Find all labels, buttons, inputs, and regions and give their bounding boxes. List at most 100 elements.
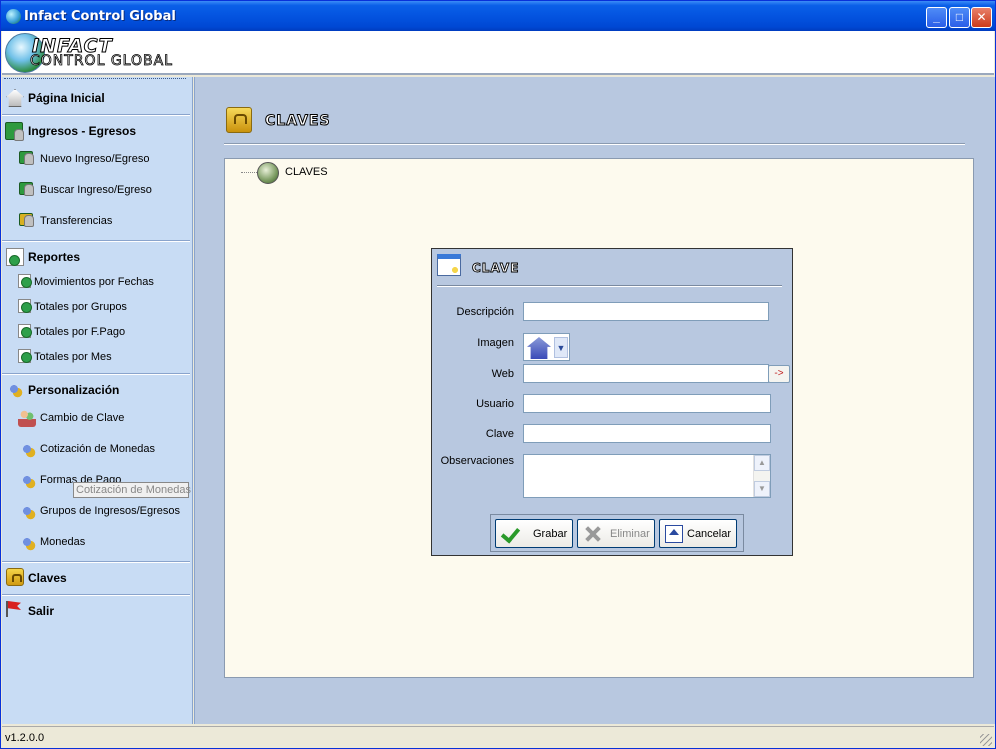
sidebar-item-buscar-ingreso-egreso[interactable]: Buscar Ingreso/Egreso <box>2 180 192 202</box>
tree-node-claves[interactable]: CLAVES <box>285 166 328 178</box>
sidebar-item-label: Transferencias <box>40 215 113 227</box>
report-icon <box>18 349 32 363</box>
gears-icon <box>18 440 36 458</box>
sidebar-section-label: Reportes <box>28 250 81 264</box>
descripcion-input[interactable] <box>523 302 769 321</box>
observaciones-textarea[interactable]: ▲ ▼ <box>523 454 771 498</box>
cancel-button[interactable]: Cancelar <box>659 519 737 548</box>
lock-icon <box>6 568 24 586</box>
tree-node-icon[interactable] <box>257 162 279 184</box>
check-icon <box>501 525 519 543</box>
sidebar-section-claves[interactable]: Claves <box>2 566 192 590</box>
sidebar-divider <box>2 594 190 596</box>
money-icon <box>5 122 24 141</box>
cancel-icon <box>665 525 683 543</box>
sidebar-section-label: Personalización <box>28 383 120 397</box>
chevron-down-icon[interactable]: ▼ <box>554 337 568 358</box>
sidebar-section-label: Claves <box>28 571 67 585</box>
usuario-input[interactable] <box>523 394 771 413</box>
imagen-label: Imagen <box>477 337 514 349</box>
scroll-down-icon[interactable]: ▼ <box>754 481 770 497</box>
sidebar-divider <box>2 373 190 375</box>
sidebar-item-label: Monedas <box>40 536 86 548</box>
close-button[interactable]: ✕ <box>971 7 992 28</box>
minimize-button[interactable]: _ <box>926 7 947 28</box>
money-icon <box>19 151 34 165</box>
sidebar-item-nuevo-ingreso-egreso[interactable]: Nuevo Ingreso/Egreso <box>2 149 192 171</box>
sidebar-section-pagina-inicial[interactable]: Página Inicial <box>2 86 192 110</box>
sidebar-item-totales-por-mes[interactable]: Totales por Mes <box>2 347 192 369</box>
open-web-button[interactable]: -> <box>768 365 790 383</box>
sidebar: Página Inicial Ingresos - Egresos Nuevo … <box>2 77 193 724</box>
gears-icon <box>5 380 23 398</box>
resize-grip-icon[interactable] <box>980 734 992 746</box>
lock-icon <box>226 107 252 133</box>
window-icon <box>437 254 461 276</box>
clave-input[interactable] <box>523 424 771 443</box>
sidebar-item-transferencias[interactable]: Transferencias <box>2 211 192 233</box>
report-icon <box>18 274 32 288</box>
sidebar-section-ingresos-egresos[interactable]: Ingresos - Egresos <box>2 119 192 143</box>
sidebar-section-personalizacion[interactable]: Personalización <box>2 378 192 402</box>
scroll-up-icon[interactable]: ▲ <box>754 455 770 471</box>
window-title: Infact Control Global <box>24 9 176 24</box>
money-icon <box>19 182 34 196</box>
sidebar-item-totales-por-grupos[interactable]: Totales por Grupos <box>2 297 192 319</box>
sidebar-divider <box>2 240 190 242</box>
maximize-button[interactable]: □ <box>949 7 970 28</box>
sidebar-item-movimientos-por-fechas[interactable]: Movimientos por Fechas <box>2 272 192 294</box>
dialog-title: CLAVE <box>472 261 520 276</box>
header-banner: INFACT CONTROL GLOBAL <box>2 31 994 75</box>
sidebar-item-label: Totales por Grupos <box>34 301 127 313</box>
sidebar-item-label: Grupos de Ingresos/Egresos <box>40 505 181 517</box>
sidebar-section-label: Página Inicial <box>28 91 105 105</box>
sidebar-item-label: Totales por Mes <box>34 351 112 363</box>
gears-icon <box>18 471 36 489</box>
sidebar-item-monedas[interactable]: Monedas <box>2 532 192 554</box>
delete-button[interactable]: Eliminar <box>577 519 655 548</box>
gears-icon <box>18 533 36 551</box>
logo-text-control-global: CONTROL GLOBAL <box>30 53 173 70</box>
observaciones-label: Observaciones <box>440 455 514 467</box>
sidebar-item-label: Movimientos por Fechas <box>34 276 154 288</box>
sidebar-divider <box>2 561 190 563</box>
home-icon <box>6 89 24 107</box>
sidebar-item-totales-por-fpago[interactable]: Totales por F.Pago <box>2 322 192 344</box>
title-bar[interactable]: Infact Control Global _ □ ✕ <box>1 1 995 31</box>
sidebar-item-cambio-de-clave[interactable]: Cambio de Clave <box>2 408 192 430</box>
usuario-label: Usuario <box>476 398 514 410</box>
report-icon <box>6 248 24 266</box>
page-title: CLAVES <box>265 113 331 130</box>
app-window: Infact Control Global _ □ ✕ INFACT CONTR… <box>0 0 996 749</box>
web-label: Web <box>491 368 514 380</box>
report-icon <box>18 299 32 313</box>
sidebar-item-label: Buscar Ingreso/Egreso <box>40 184 152 196</box>
report-icon <box>18 324 32 338</box>
sidebar-top-divider <box>4 78 186 79</box>
delete-button-label: Eliminar <box>610 528 650 540</box>
sidebar-item-label: Cambio de Clave <box>40 412 125 424</box>
gears-icon <box>18 502 36 520</box>
house-image-icon <box>527 337 551 359</box>
descripcion-label: Descripción <box>456 306 514 318</box>
flag-icon <box>4 600 22 618</box>
web-input[interactable] <box>523 364 769 383</box>
save-button[interactable]: Grabar <box>495 519 573 548</box>
save-button-label: Grabar <box>533 528 568 540</box>
imagen-select[interactable]: ▼ <box>523 333 570 361</box>
sidebar-section-reportes[interactable]: Reportes <box>2 245 192 269</box>
transfer-icon <box>19 213 34 227</box>
globe-icon <box>6 9 21 24</box>
status-bar: v1.2.0.0 <box>2 726 994 748</box>
version-label: v1.2.0.0 <box>5 732 45 744</box>
sidebar-section-salir[interactable]: Salir <box>2 599 192 623</box>
textarea-scrollbar[interactable]: ▲ ▼ <box>753 455 770 497</box>
sidebar-item-grupos-de-ingresos-egresos[interactable]: Grupos de Ingresos/Egresos <box>2 501 192 523</box>
sidebar-item-cotizacion-de-monedas[interactable]: Cotización de Monedas <box>2 439 192 461</box>
delete-icon <box>583 525 601 543</box>
sidebar-item-label: Nuevo Ingreso/Egreso <box>40 153 150 165</box>
sidebar-divider <box>2 114 190 116</box>
users-icon <box>18 409 36 427</box>
dialog-button-bar: Grabar Eliminar Cancelar <box>490 514 744 552</box>
clave-label: Clave <box>485 428 514 440</box>
